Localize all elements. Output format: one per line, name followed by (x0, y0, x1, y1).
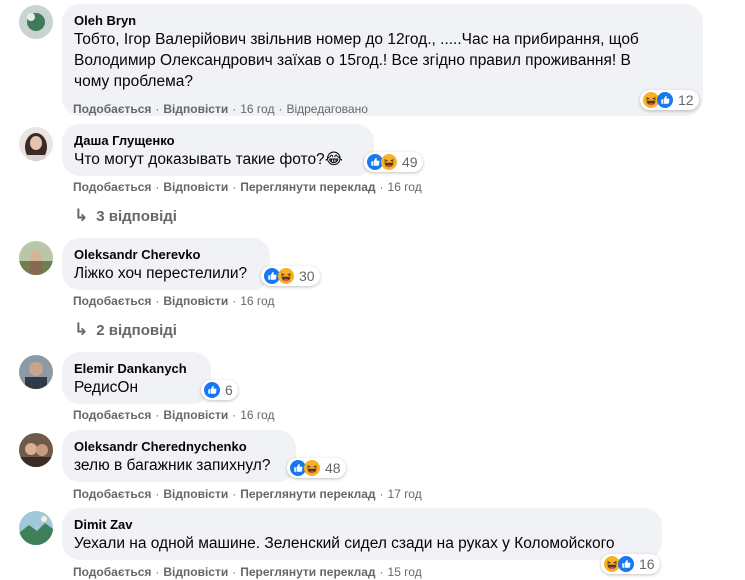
comment-actions: Подобається · Відповісти · Переглянути перек… (73, 180, 422, 194)
avatar[interactable] (19, 5, 53, 39)
comment-author[interactable]: Dimit Zav (74, 516, 650, 533)
reply-arrow-icon: ↳ (74, 206, 89, 225)
comment-text: Уехали на одной машине. Зеленский сидел … (74, 535, 615, 552)
comment-text: Ліжко хоч перестелили? (74, 265, 248, 282)
like-link[interactable]: Подобається (73, 102, 151, 116)
reaction-count: 30 (299, 268, 315, 284)
comment-author[interactable]: Oleksandr Cherednychenko (74, 438, 284, 455)
like-link[interactable]: Подобається (73, 487, 151, 501)
reply-link[interactable]: Відповісти (163, 180, 228, 194)
avatar[interactable] (19, 127, 53, 161)
comment-actions: Подобається · Відповісти · 16 год (73, 408, 275, 422)
avatar[interactable] (19, 355, 53, 389)
like-link[interactable]: Подобається (73, 180, 151, 194)
reply-link[interactable]: Відповісти (163, 487, 228, 501)
like-link[interactable]: Подобається (73, 565, 151, 579)
reply-link[interactable]: Відповісти (163, 565, 228, 579)
reaction-count: 6 (225, 382, 233, 398)
haha-reaction-icon (304, 460, 320, 476)
comment-text: Тобто, Ігор Валерійович звільнив номер д… (74, 31, 639, 90)
comment-bubble: Dimit Zav Уехали на одной машине. Зеленс… (62, 508, 662, 560)
see-translation-link[interactable]: Переглянути переклад (240, 180, 375, 194)
comment-bubble: Даша Глущенко Что могут доказывать такие… (62, 124, 374, 176)
comment-bubble: Oleh Bryn Тобто, Ігор Валерійович звільн… (62, 4, 703, 116)
reaction-count: 12 (678, 92, 694, 108)
reaction-summary[interactable]: 12 (640, 90, 699, 110)
like-link[interactable]: Подобається (73, 408, 151, 422)
reply-link[interactable]: Відповісти (163, 294, 228, 308)
see-translation-link[interactable]: Переглянути переклад (240, 565, 375, 579)
avatar[interactable] (19, 433, 53, 467)
reply-link[interactable]: Відповісти (163, 408, 228, 422)
comment-author[interactable]: Даша Глущенко (74, 132, 362, 149)
reaction-summary[interactable]: 48 (287, 458, 346, 478)
view-replies-link[interactable]: ↳ 3 відповіді (74, 206, 177, 226)
reaction-summary[interactable]: 16 (601, 554, 660, 574)
see-translation-link[interactable]: Переглянути переклад (240, 487, 375, 501)
like-link[interactable]: Подобається (73, 294, 151, 308)
reaction-summary[interactable]: 49 (364, 152, 423, 172)
replies-count: 2 відповіді (96, 321, 177, 339)
comment-actions: Подобається · Відповісти · Переглянути перек… (73, 565, 422, 579)
comment-author[interactable]: Oleksandr Cherevko (74, 246, 258, 263)
reaction-count: 48 (325, 460, 341, 476)
haha-reaction-icon (278, 268, 294, 284)
avatar[interactable] (19, 511, 53, 545)
comment-bubble: Oleksandr Cherevko Ліжко хоч перестелили… (62, 238, 270, 290)
reaction-count: 49 (402, 154, 418, 170)
comment-actions: Подобається · Відповісти · 16 год · Відредагов… (73, 102, 368, 116)
timestamp[interactable]: 16 год (240, 408, 274, 422)
reply-link[interactable]: Відповісти (163, 102, 228, 116)
comment-text: РедисОн (74, 379, 139, 396)
timestamp[interactable]: 17 год (388, 487, 422, 501)
like-reaction-icon (657, 92, 673, 108)
timestamp[interactable]: 16 год (240, 102, 274, 116)
like-reaction-icon (204, 382, 220, 398)
comment-bubble: Elemir Dankanych РедисОн (62, 352, 211, 404)
edited-label: Відредаговано (286, 102, 368, 116)
comment-author[interactable]: Elemir Dankanych (74, 360, 199, 377)
avatar[interactable] (19, 241, 53, 275)
reaction-summary[interactable]: 6 (201, 380, 238, 400)
comment-text: Что могут доказывать такие фото?😂 (74, 151, 343, 168)
comment-text: зелю в багажник запихнул? (74, 457, 271, 474)
reply-arrow-icon: ↳ (74, 320, 89, 339)
view-replies-link[interactable]: ↳ 2 відповіді (74, 320, 177, 340)
replies-count: 3 відповіді (96, 207, 177, 225)
comment-actions: Подобається · Відповісти · 16 год (73, 294, 275, 308)
reaction-summary[interactable]: 30 (261, 266, 320, 286)
timestamp[interactable]: 16 год (388, 180, 422, 194)
comment-actions: Подобається · Відповісти · Переглянути перек… (73, 487, 422, 501)
haha-reaction-icon (381, 154, 397, 170)
comment-author[interactable]: Oleh Bryn (74, 12, 691, 29)
timestamp[interactable]: 16 год (240, 294, 274, 308)
timestamp[interactable]: 15 год (388, 565, 422, 579)
comment-bubble: Oleksandr Cherednychenko зелю в багажник… (62, 430, 296, 482)
